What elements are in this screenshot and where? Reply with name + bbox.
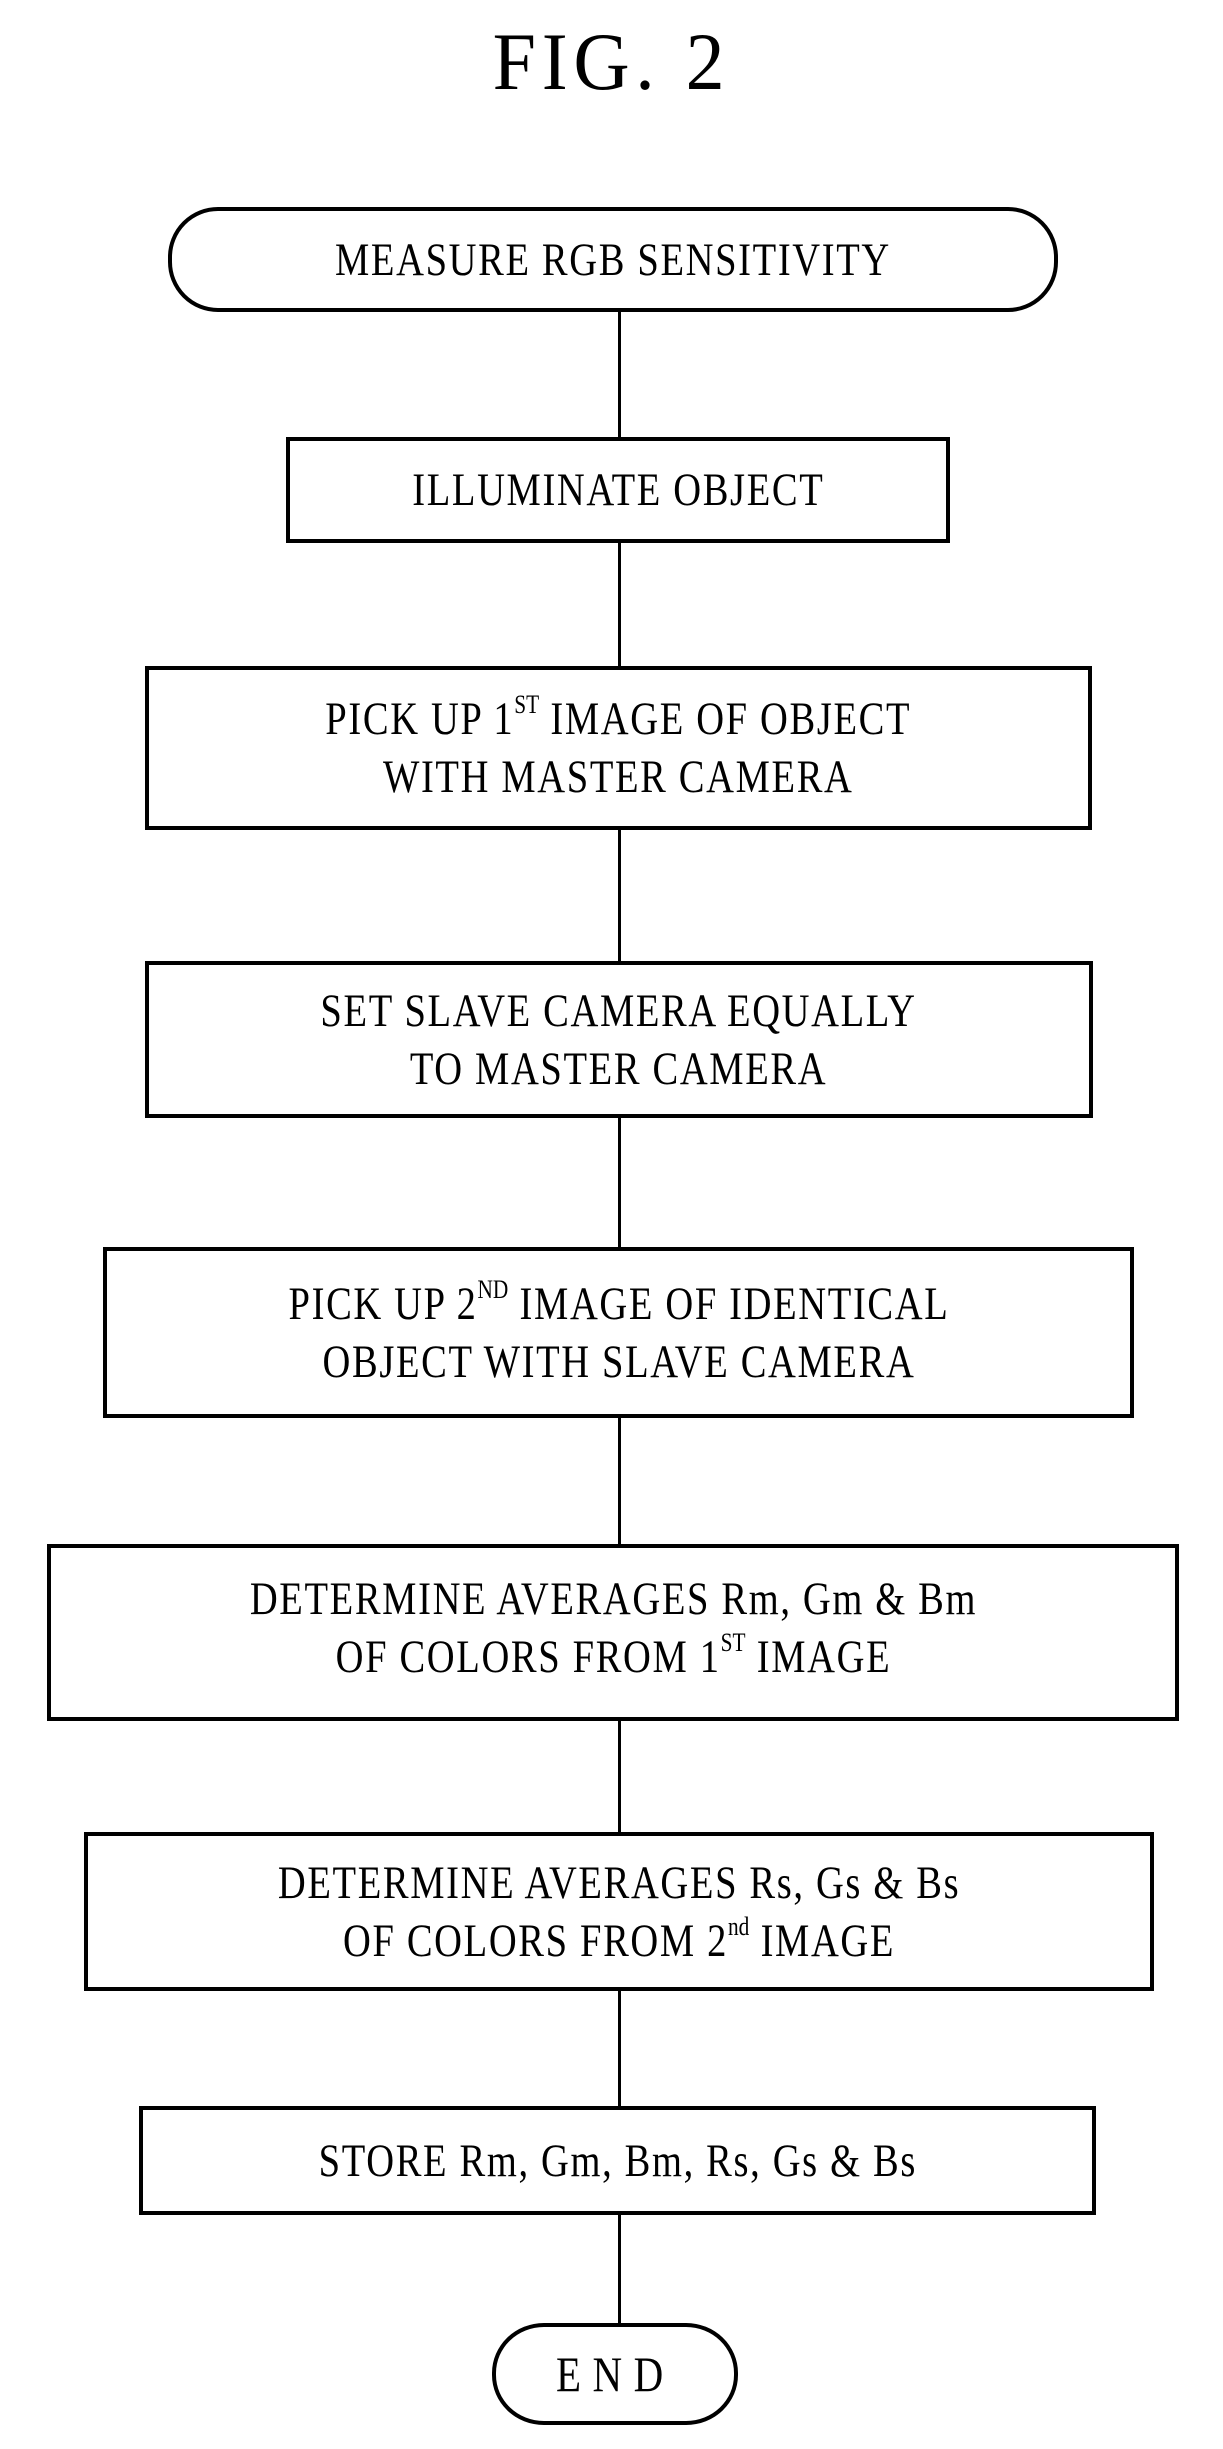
step-label-line1: SET SLAVE CAMERA EQUALLY [320, 984, 918, 1037]
connector-start-to-step1 [618, 310, 621, 439]
step-determine-slave-averages: DETERMINE AVERAGES Rs, Gs & Bs OF COLORS… [84, 1832, 1154, 1991]
text-segment: IMAGE OF IDENTICAL [507, 1277, 949, 1330]
text-segment: PICK UP 2 [288, 1277, 477, 1330]
step-label-line2: OBJECT WITH SLAVE CAMERA [322, 1335, 915, 1388]
step-label-line1: PICK UP 1ST IMAGE OF OBJECT [325, 690, 912, 745]
step-label: ILLUMINATE OBJECT [411, 464, 825, 516]
start-terminal: MEASURE RGB SENSITIVITY [168, 207, 1058, 312]
step-label: STORE Rm, Gm, Bm, Rs, Gs & Bs [318, 2134, 917, 2187]
ordinal-superscript: nd [727, 1911, 750, 1941]
ordinal-superscript: ST [720, 1628, 746, 1658]
step-label: DETERMINE AVERAGES Rs, Gs & Bs OF COLORS… [278, 1854, 960, 1970]
step-label-line2: OF COLORS FROM 2nd IMAGE [342, 1911, 896, 1967]
step-pick-up-first-image: PICK UP 1ST IMAGE OF OBJECT WITH MASTER … [145, 666, 1092, 830]
figure-title: FIG. 2 [492, 16, 731, 107]
step-label: SET SLAVE CAMERA EQUALLY TO MASTER CAMER… [321, 982, 917, 1098]
end-label: END [555, 2346, 675, 2402]
connector-step2-to-step3 [618, 828, 621, 963]
text-segment: IMAGE [749, 1914, 896, 1967]
connector-step6-to-step7 [618, 1989, 621, 2108]
step-determine-master-averages: DETERMINE AVERAGES Rm, Gm & Bm OF COLORS… [47, 1544, 1179, 1721]
step-label-line1: DETERMINE AVERAGES Rs, Gs & Bs [277, 1856, 961, 1909]
step-label: DETERMINE AVERAGES Rm, Gm & Bm OF COLORS… [249, 1570, 976, 1686]
text-segment: OF COLORS FROM 2 [342, 1914, 728, 1967]
text-segment: IMAGE OF OBJECT [539, 693, 912, 745]
connector-step1-to-step2 [618, 541, 621, 668]
text-segment: OF COLORS FROM 1 [335, 1631, 721, 1683]
connector-step7-to-end [618, 2213, 621, 2325]
text-segment: PICK UP 1 [325, 693, 515, 745]
step-label: PICK UP 2ND IMAGE OF IDENTICAL OBJECT WI… [288, 1275, 949, 1391]
connector-step5-to-step6 [618, 1719, 621, 1834]
step-store-values: STORE Rm, Gm, Bm, Rs, Gs & Bs [139, 2106, 1096, 2215]
step-label-line2: TO MASTER CAMERA [410, 1042, 828, 1095]
connector-step3-to-step4 [618, 1116, 621, 1249]
step-illuminate-object: ILLUMINATE OBJECT [286, 437, 950, 543]
step-set-slave-camera: SET SLAVE CAMERA EQUALLY TO MASTER CAMER… [145, 961, 1093, 1118]
start-label: MEASURE RGB SENSITIVITY [335, 233, 891, 286]
end-terminal: END [492, 2323, 738, 2425]
text-segment: IMAGE [745, 1631, 891, 1683]
step-label-line1: PICK UP 2ND IMAGE OF IDENTICAL [288, 1274, 949, 1330]
step-label-line1: DETERMINE AVERAGES Rm, Gm & Bm [249, 1573, 977, 1625]
ordinal-superscript: ST [514, 690, 540, 720]
step-label-line2: OF COLORS FROM 1ST IMAGE [335, 1628, 891, 1683]
ordinal-superscript: ND [476, 1274, 508, 1304]
step-pick-up-second-image: PICK UP 2ND IMAGE OF IDENTICAL OBJECT WI… [103, 1247, 1134, 1418]
step-label-line2: WITH MASTER CAMERA [383, 751, 854, 803]
step-label: PICK UP 1ST IMAGE OF OBJECT WITH MASTER … [326, 690, 912, 806]
connector-step4-to-step5 [618, 1416, 621, 1546]
